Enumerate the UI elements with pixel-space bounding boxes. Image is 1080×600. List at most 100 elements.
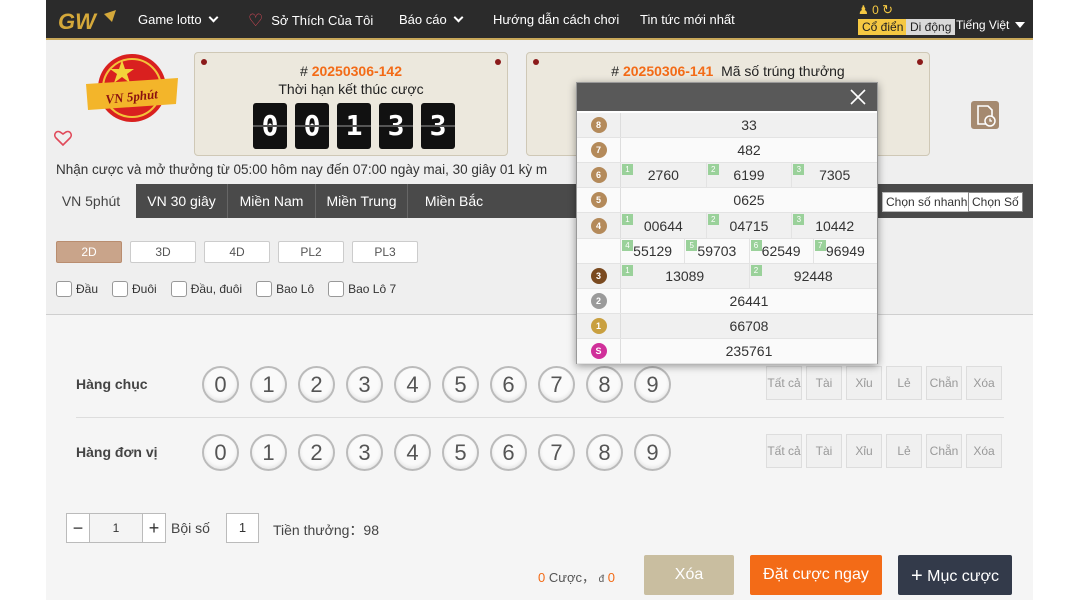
nav-game-lotto[interactable]: Game lotto [138, 12, 219, 27]
bet-list-button[interactable]: + Mục cược [898, 555, 1012, 595]
clear-row-button[interactable]: Xóa [966, 366, 1002, 400]
number-ball[interactable]: 6 [490, 434, 527, 471]
nav-reports[interactable]: Báo cáo [399, 12, 464, 27]
number-ball[interactable]: 6 [490, 366, 527, 403]
tab-vn5[interactable]: VN 5phút [46, 184, 136, 218]
option-duoi[interactable]: Đuôi [112, 281, 157, 297]
result-number: 0625 [621, 188, 877, 212]
number-ball[interactable]: 5 [442, 366, 479, 403]
checkbox[interactable] [328, 281, 345, 297]
result-value: 55129 [633, 243, 673, 259]
top-nav: GW Game lotto ♡ Sở Thích Của Tôi Báo cáo … [46, 0, 1033, 40]
pick-number-button[interactable]: Chọn Số [968, 192, 1023, 212]
language-select[interactable]: Tiếng Việt [956, 18, 1026, 32]
result-number: 1 00644 [621, 213, 706, 238]
countdown-digit: 0 [253, 103, 287, 149]
result-number: 2 6199 [705, 163, 792, 187]
result-number: 2 92448 [748, 264, 878, 288]
brand-logo[interactable]: GW [56, 8, 120, 34]
prize-unit-box[interactable]: 1 [226, 513, 259, 543]
favorite-heart-icon[interactable] [54, 130, 72, 146]
number-ball[interactable]: 7 [538, 434, 575, 471]
select-odd-button[interactable]: Lẻ [886, 434, 922, 468]
increment-button[interactable]: + [142, 513, 166, 543]
number-ball[interactable]: 9 [634, 434, 671, 471]
select-all-button[interactable]: Tất cả [766, 434, 802, 468]
subtab-pl2[interactable]: PL2 [278, 241, 344, 263]
option-bao-lo[interactable]: Bao Lô [256, 281, 314, 297]
ball-row-units: 0 1 2 3 4 5 6 7 8 9 [202, 434, 671, 471]
mode-mobile-button[interactable]: Di động [906, 19, 956, 35]
number-ball[interactable]: 4 [394, 434, 431, 471]
issue-hash: # [611, 63, 620, 79]
chevron-down-icon [453, 12, 464, 23]
subtab-3d[interactable]: 3D [130, 241, 196, 263]
select-even-button[interactable]: Chẵn [926, 366, 962, 400]
select-big-button[interactable]: Tài [806, 434, 842, 468]
result-cells: 33 [621, 113, 877, 137]
prize-medal-cell: 2 [577, 289, 621, 313]
select-big-button[interactable]: Tài [806, 366, 842, 400]
result-value: 62549 [761, 243, 801, 259]
clear-button[interactable]: Xóa [644, 555, 734, 595]
checkbox[interactable] [170, 281, 187, 297]
number-ball[interactable]: 7 [538, 366, 575, 403]
result-value: 33 [741, 117, 757, 133]
tab-mien-bac[interactable]: Miền Bắc [408, 184, 500, 218]
subtab-pl3[interactable]: PL3 [352, 241, 418, 263]
refresh-icon[interactable]: ↻ [882, 2, 893, 17]
number-ball[interactable]: 0 [202, 434, 239, 471]
nav-news[interactable]: Tin tức mới nhất [640, 12, 735, 27]
checkbox[interactable] [112, 281, 129, 297]
result-number: 7 96949 [812, 239, 877, 263]
number-ball[interactable]: 2 [298, 434, 335, 471]
number-ball[interactable]: 0 [202, 366, 239, 403]
number-ball[interactable]: 5 [442, 434, 479, 471]
number-ball[interactable]: 8 [586, 434, 623, 471]
checkbox[interactable] [256, 281, 273, 297]
user-icon: ♟ [858, 3, 869, 17]
select-even-button[interactable]: Chẵn [926, 434, 962, 468]
number-ball[interactable]: 2 [298, 366, 335, 403]
option-dau[interactable]: Đầu [56, 281, 98, 297]
checkbox[interactable] [56, 281, 72, 297]
mode-classic-button[interactable]: Cổ điển [858, 19, 908, 35]
number-ball[interactable]: 8 [586, 366, 623, 403]
result-index-tag: 3 [793, 164, 805, 175]
multiplier-input[interactable]: 1 [90, 513, 142, 543]
number-ball[interactable]: 1 [250, 434, 287, 471]
select-small-button[interactable]: Xỉu [846, 366, 882, 400]
number-ball[interactable]: 9 [634, 366, 671, 403]
tab-mien-nam[interactable]: Miền Nam [228, 184, 316, 218]
place-bet-button[interactable]: Đặt cược ngay [750, 555, 882, 595]
result-number: 3 10442 [791, 213, 877, 238]
bet-area: Hàng chục 0 1 2 3 4 5 6 7 8 9 Tất cả Tài… [46, 315, 1033, 600]
nav-guide[interactable]: Hướng dẫn cách chơi [493, 12, 619, 27]
tab-vn30[interactable]: VN 30 giây [136, 184, 228, 218]
select-small-button[interactable]: Xỉu [846, 434, 882, 468]
prize-medal-cell: 4 [577, 213, 621, 238]
result-index-tag: 5 [686, 240, 698, 251]
number-ball[interactable]: 3 [346, 434, 383, 471]
number-ball[interactable]: 1 [250, 366, 287, 403]
number-ball[interactable]: 3 [346, 366, 383, 403]
lottery-tab-bar: VN 5phút VN 30 giây Miền Nam Miền Trung … [46, 184, 1033, 218]
option-dau-duoi[interactable]: Đầu, đuôi [170, 281, 242, 297]
history-document-icon[interactable] [970, 100, 1000, 130]
clear-row-button[interactable]: Xóa [966, 434, 1002, 468]
number-ball[interactable]: 4 [394, 366, 431, 403]
decrement-button[interactable]: − [66, 513, 90, 543]
game-header: VN 5phút # 20250306-142 Thời hạn kết thú… [46, 42, 1033, 184]
result-value: 66708 [729, 318, 769, 334]
select-odd-button[interactable]: Lẻ [886, 366, 922, 400]
select-all-button[interactable]: Tất cả [766, 366, 802, 400]
quick-select-tens: Tất cả Tài Xỉu Lẻ Chẵn Xóa [766, 366, 1002, 400]
option-bao-lo-7[interactable]: Bao Lô 7 [328, 281, 396, 297]
prize-medal-icon: 1 [590, 318, 607, 334]
nav-favorites[interactable]: ♡ Sở Thích Của Tôi [248, 10, 373, 30]
subtab-2d[interactable]: 2D [56, 241, 122, 263]
tab-mien-trung[interactable]: Miền Trung [316, 184, 408, 218]
close-icon[interactable] [849, 88, 867, 106]
subtab-4d[interactable]: 4D [204, 241, 270, 263]
quick-pick-button[interactable]: Chọn số nhanh [882, 192, 972, 212]
